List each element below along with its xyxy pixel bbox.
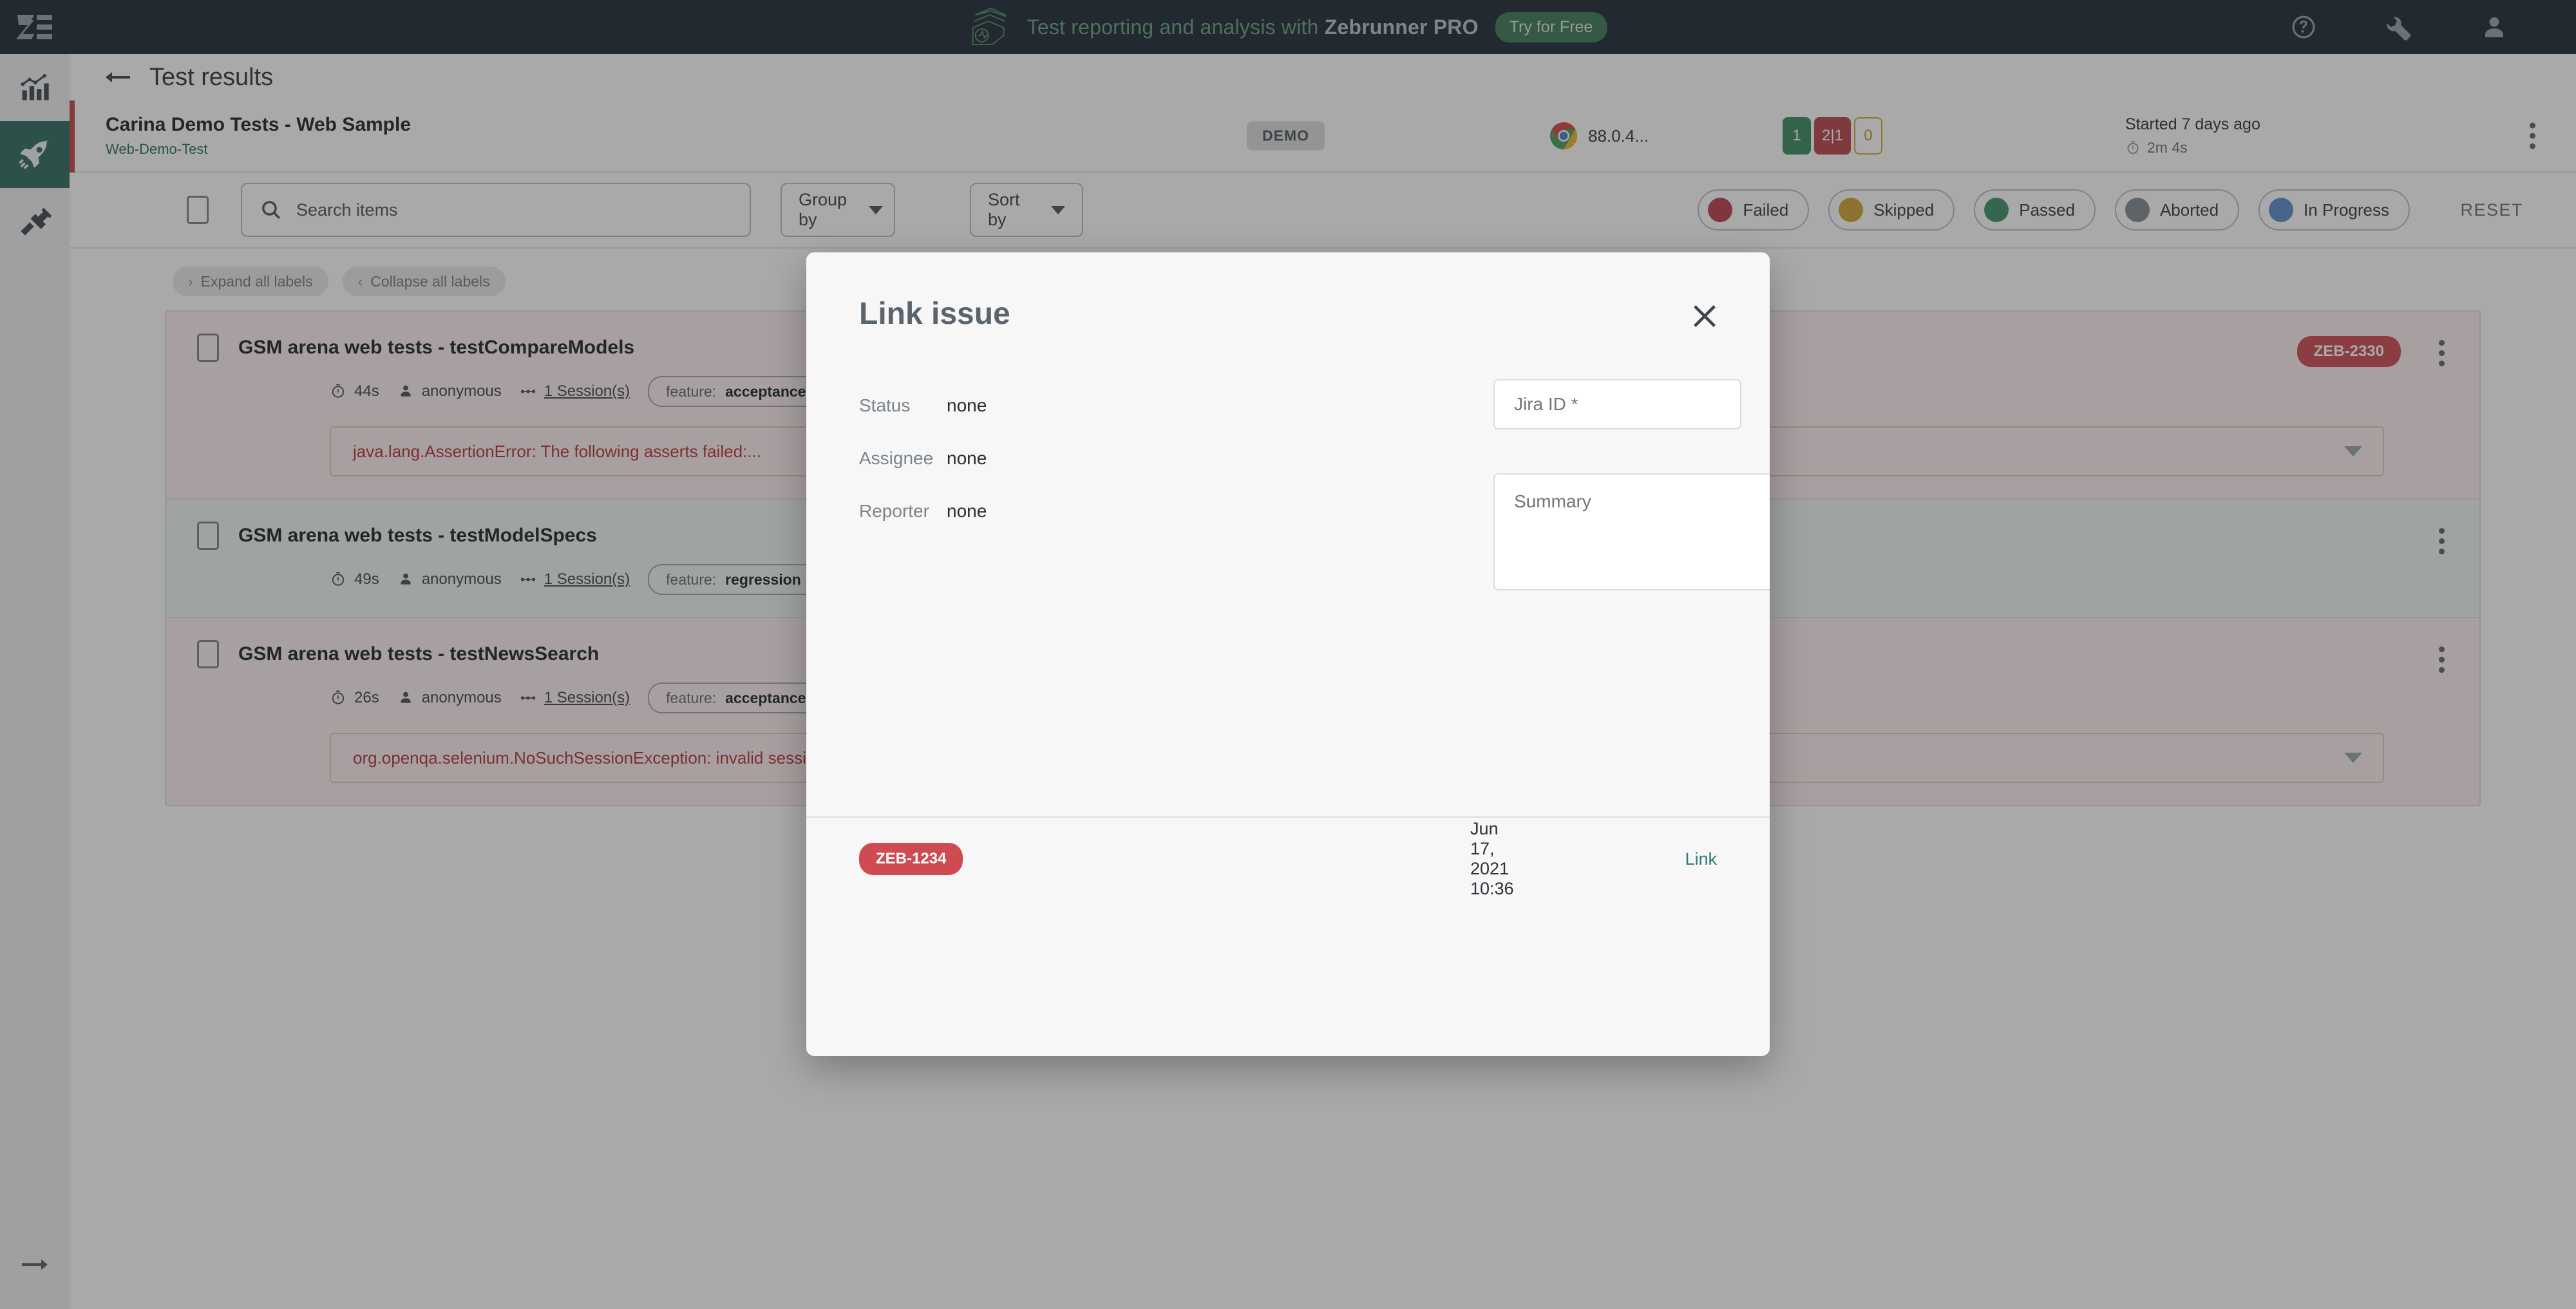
summary-input[interactable]	[1493, 473, 1770, 590]
field-assignee-label: Assignee	[859, 448, 947, 469]
close-icon[interactable]	[1690, 301, 1719, 331]
modal-body: Status none Assignee none Reporter none …	[806, 375, 1770, 816]
field-assignee: Assignee none	[859, 448, 987, 469]
field-reporter: Reporter none	[859, 501, 987, 522]
field-reporter-value: none	[947, 501, 987, 522]
modal-title: Link issue	[859, 296, 1010, 332]
app-root: Test reporting and analysis with Zebrunn…	[0, 0, 2576, 1309]
field-assignee-value: none	[947, 448, 987, 469]
link-issue-modal: Link issue Status none Assignee none Rep…	[806, 252, 1770, 1056]
field-reporter-label: Reporter	[859, 501, 947, 522]
field-status-label: Status	[859, 395, 947, 416]
linked-issue-date: Jun 17, 2021 10:36	[1470, 819, 1514, 899]
field-status-value: none	[947, 395, 987, 416]
linked-issue-row: ZEB-1234 Jun 17, 2021 10:36 Link	[806, 818, 1770, 900]
linked-issue-badge[interactable]: ZEB-1234	[859, 843, 963, 875]
modal-header: Link issue	[806, 252, 1770, 375]
field-status: Status none	[859, 395, 987, 416]
jira-id-input[interactable]	[1493, 379, 1741, 429]
linked-issue-link[interactable]: Link	[1685, 849, 1717, 869]
